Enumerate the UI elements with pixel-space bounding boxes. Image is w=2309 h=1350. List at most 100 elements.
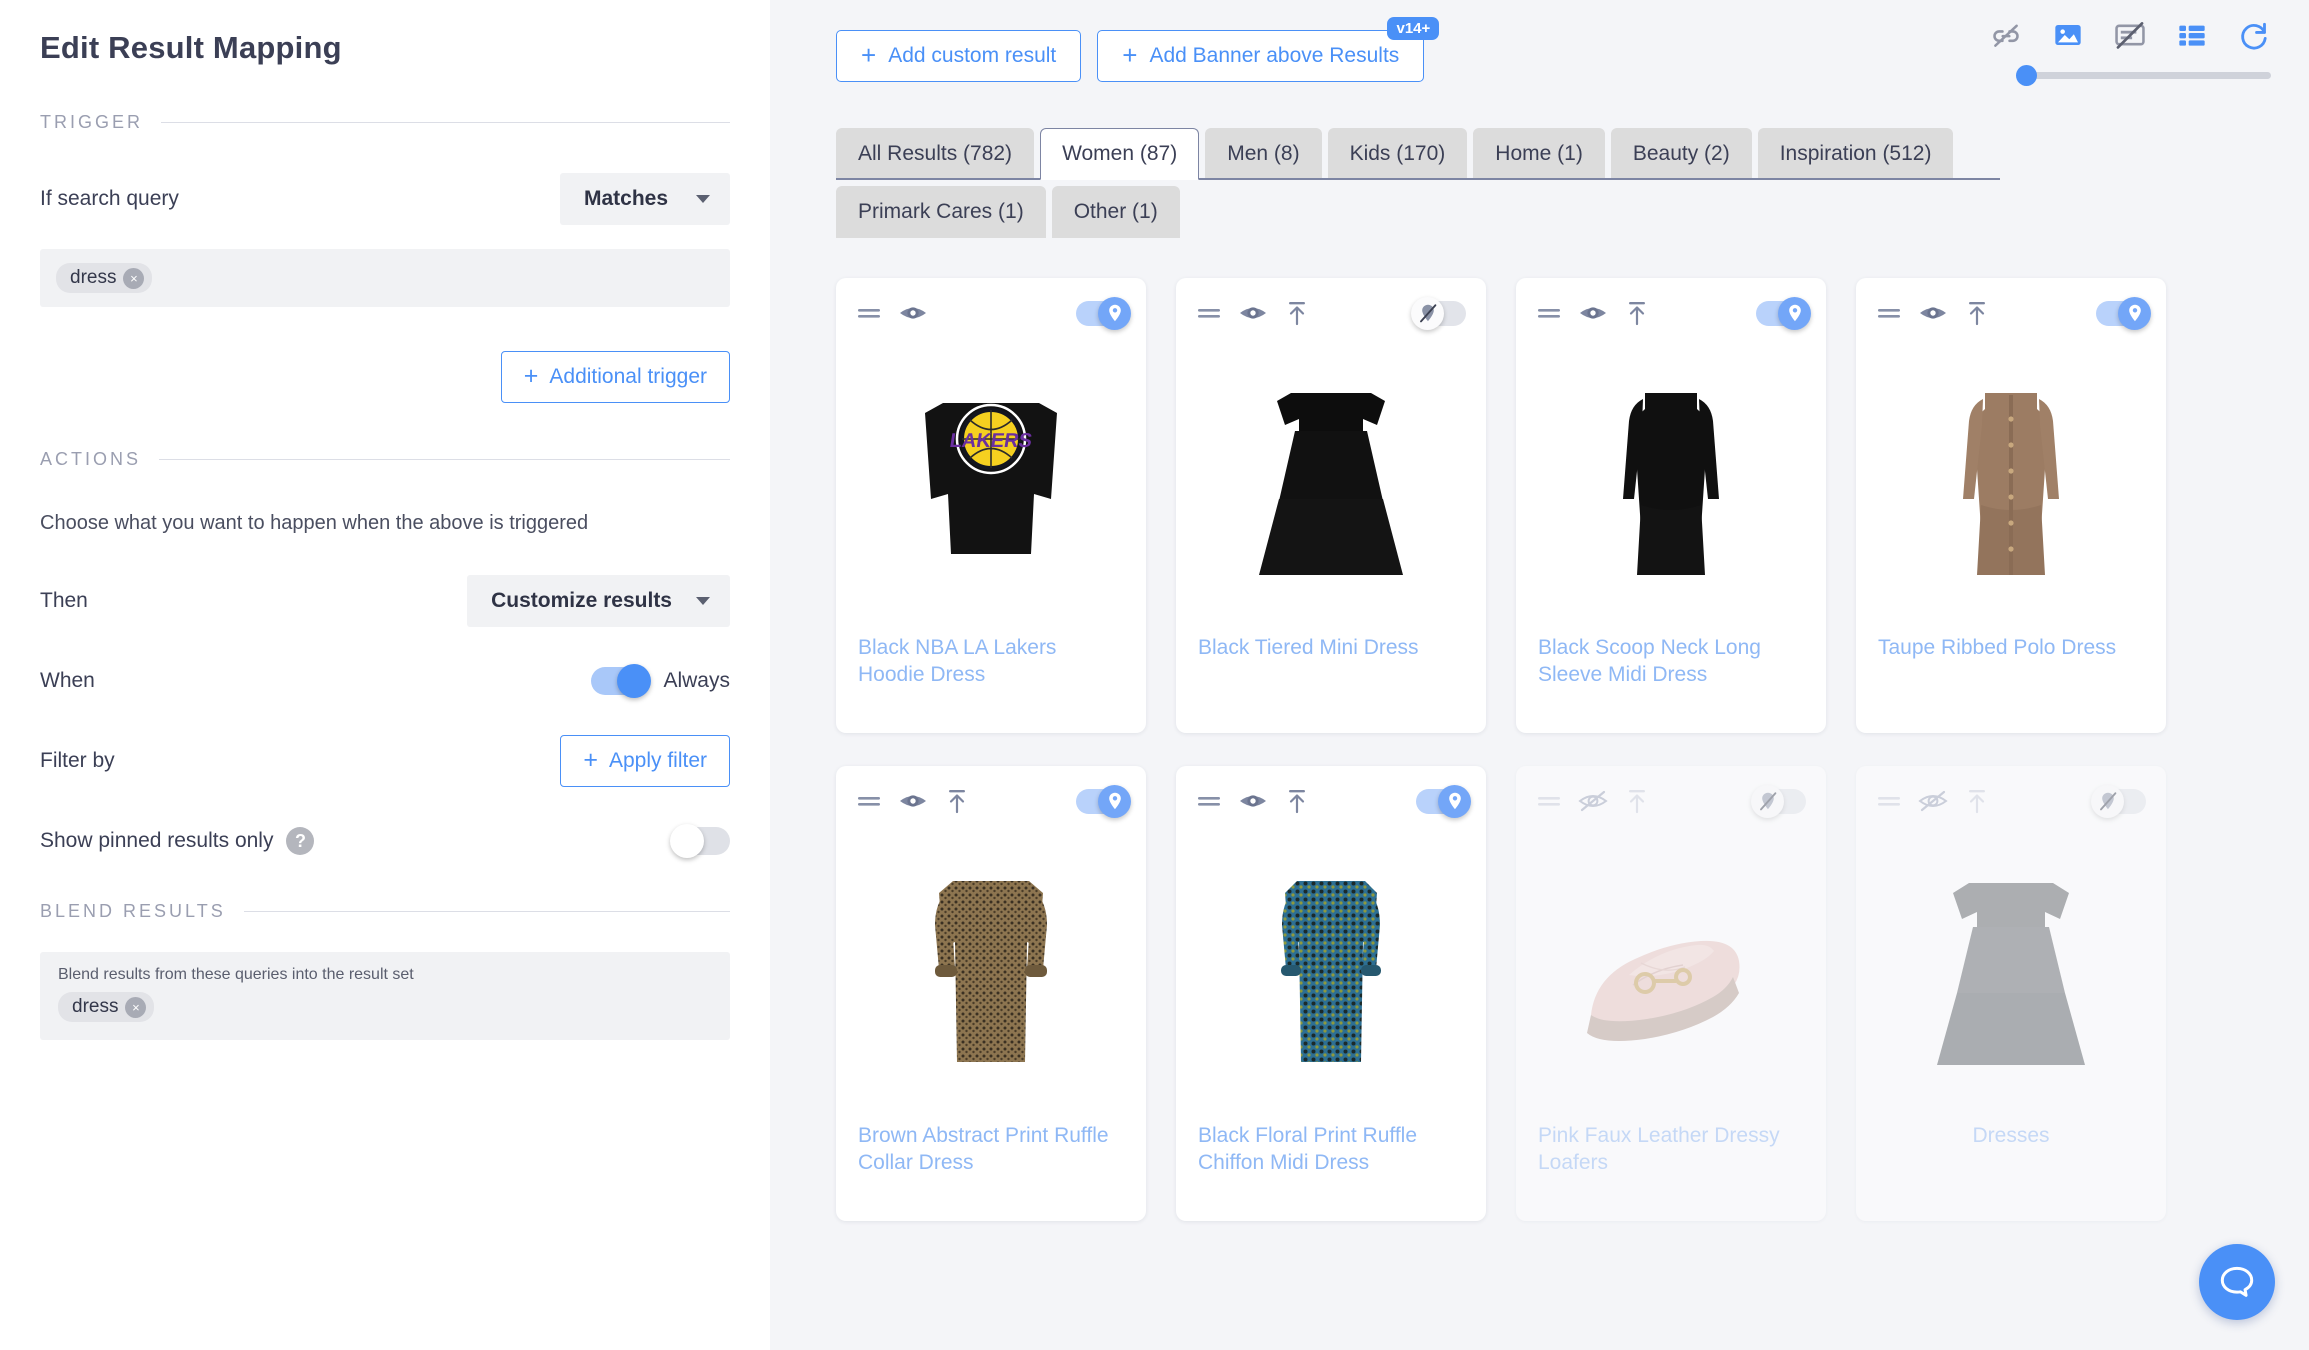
toggle-knob: [670, 824, 704, 858]
product-image: [1856, 818, 2166, 1123]
pin-result-toggle[interactable]: [1756, 296, 1811, 330]
show-pinned-label-wrap: Show pinned results only ?: [40, 827, 315, 855]
blend-results-field[interactable]: Blend results from these queries into th…: [40, 952, 730, 1040]
product-title[interactable]: Pink Faux Leather Dressy Loafers: [1516, 1123, 1826, 1179]
drag-handle-icon[interactable]: [856, 788, 882, 814]
add-custom-result-label: Add custom result: [888, 44, 1057, 67]
pin-result-toggle[interactable]: [1076, 784, 1131, 818]
result-card[interactable]: Dresses: [1856, 766, 2166, 1221]
blend-helper-text: Blend results from these queries into th…: [58, 966, 414, 983]
result-card[interactable]: Pink Faux Leather Dressy Loafers: [1516, 766, 1826, 1221]
pin-result-toggle[interactable]: [2096, 296, 2151, 330]
visibility-icon[interactable]: [1578, 300, 1608, 326]
show-pinned-toggle[interactable]: [670, 824, 730, 858]
result-card[interactable]: Black Scoop Neck Long Sleeve Midi Dress: [1516, 278, 1826, 733]
close-icon[interactable]: ×: [125, 996, 147, 1018]
move-to-top-icon[interactable]: [1284, 299, 1310, 327]
category-tab[interactable]: All Results (782): [836, 128, 1035, 180]
blend-chip[interactable]: dress ×: [58, 992, 155, 1022]
tab-underline: [836, 178, 2000, 180]
result-card-left-controls: [1536, 299, 1650, 327]
visibility-icon[interactable]: [1238, 300, 1268, 326]
move-to-top-icon[interactable]: [1624, 299, 1650, 327]
result-card[interactable]: Black Floral Print Ruffle Chiffon Midi D…: [1176, 766, 1486, 1221]
visibility-icon[interactable]: [898, 788, 928, 814]
list-view-icon[interactable]: [2175, 18, 2209, 52]
apply-filter-button[interactable]: + Apply filter: [560, 735, 730, 787]
additional-trigger-row: + Additional trigger: [20, 351, 750, 403]
drag-handle-icon[interactable]: [1536, 788, 1562, 814]
product-title[interactable]: Black Floral Print Ruffle Chiffon Midi D…: [1176, 1123, 1486, 1179]
category-tab[interactable]: Primark Cares (1): [836, 186, 1046, 238]
visibility-icon[interactable]: [1918, 300, 1948, 326]
when-toggle[interactable]: [591, 664, 652, 698]
trigger-query-field[interactable]: dress ×: [40, 249, 730, 307]
visibility-off-icon[interactable]: [1578, 788, 1608, 814]
refresh-icon[interactable]: [2237, 18, 2271, 52]
zoom-slider-thumb[interactable]: [2016, 65, 2037, 86]
result-card-controls: [1176, 766, 1486, 818]
add-banner-button[interactable]: + Add Banner above Results v14+: [1097, 17, 1440, 82]
match-mode-select[interactable]: Matches: [560, 173, 730, 225]
additional-trigger-button[interactable]: + Additional trigger: [500, 351, 730, 403]
pin-result-toggle[interactable]: [2091, 784, 2146, 818]
category-tab[interactable]: Inspiration (512): [1757, 128, 1954, 180]
drag-handle-icon[interactable]: [1196, 788, 1222, 814]
results-preview-panel: + Add custom result + Add Banner above R…: [770, 0, 2309, 1350]
product-title[interactable]: Black NBA LA Lakers Hoodie Dress: [836, 635, 1146, 691]
result-card[interactable]: Taupe Ribbed Polo Dress: [1856, 278, 2166, 733]
result-card-controls: [836, 278, 1146, 330]
drag-handle-icon[interactable]: [1876, 300, 1902, 326]
chat-bubble-icon[interactable]: [2199, 1244, 2275, 1320]
category-tab[interactable]: Beauty (2): [1610, 128, 1752, 180]
category-tab[interactable]: Kids (170): [1327, 128, 1468, 180]
product-title[interactable]: Dresses: [1856, 1123, 2166, 1179]
move-to-top-icon[interactable]: [944, 787, 970, 815]
result-card-left-controls: [856, 787, 970, 815]
query-chip[interactable]: dress ×: [56, 263, 153, 293]
page-title: Edit Result Mapping: [40, 30, 342, 65]
product-image: [1516, 818, 1826, 1123]
pin-icon: [2091, 784, 2124, 818]
visibility-icon[interactable]: [898, 300, 928, 326]
zoom-slider[interactable]: [2016, 65, 2271, 86]
pin-result-toggle[interactable]: [1416, 784, 1471, 818]
image-icon[interactable]: [2051, 18, 2085, 52]
product-title[interactable]: Black Tiered Mini Dress: [1176, 635, 1486, 691]
product-title[interactable]: Brown Abstract Print Ruffle Collar Dress: [836, 1123, 1146, 1179]
visibility-off-icon[interactable]: [1918, 788, 1948, 814]
pin-icon: [2118, 296, 2151, 330]
pin-result-toggle[interactable]: [1411, 296, 1466, 330]
drag-handle-icon[interactable]: [856, 300, 882, 326]
drag-handle-icon[interactable]: [1876, 788, 1902, 814]
broken-link-icon[interactable]: [1989, 18, 2023, 52]
drag-handle-icon[interactable]: [1196, 300, 1222, 326]
category-tab[interactable]: Other (1): [1051, 186, 1180, 238]
result-card[interactable]: LAKERS Black NBA LA Lakers Hoodie Dress: [836, 278, 1146, 733]
move-to-top-icon[interactable]: [1964, 299, 1990, 327]
pin-result-toggle[interactable]: [1076, 296, 1131, 330]
product-image: [1176, 330, 1486, 635]
move-to-top-icon[interactable]: [1964, 787, 1990, 815]
category-tab[interactable]: Home (1): [1473, 128, 1605, 180]
category-tab[interactable]: Men (8): [1205, 128, 1322, 180]
move-to-top-icon[interactable]: [1284, 787, 1310, 815]
close-icon[interactable]: ×: [123, 267, 145, 289]
help-icon[interactable]: ?: [286, 827, 315, 855]
result-card[interactable]: Black Tiered Mini Dress: [1176, 278, 1486, 733]
add-custom-result-button[interactable]: + Add custom result: [836, 30, 1082, 82]
product-title[interactable]: Black Scoop Neck Long Sleeve Midi Dress: [1516, 635, 1826, 691]
visibility-icon[interactable]: [1238, 788, 1268, 814]
hide-text-icon[interactable]: [2113, 18, 2147, 52]
move-to-top-icon[interactable]: [1624, 787, 1650, 815]
product-image: [836, 818, 1146, 1123]
result-card-controls: [1856, 766, 2166, 818]
drag-handle-icon[interactable]: [1536, 300, 1562, 326]
result-card-left-controls: [1876, 787, 1990, 815]
then-select[interactable]: Customize results: [467, 575, 730, 627]
result-card[interactable]: Brown Abstract Print Ruffle Collar Dress: [836, 766, 1146, 1221]
category-tab[interactable]: Women (87): [1040, 128, 1200, 180]
product-title[interactable]: Taupe Ribbed Polo Dress: [1856, 635, 2166, 691]
pin-result-toggle[interactable]: [1751, 784, 1806, 818]
section-divider: [161, 122, 730, 123]
